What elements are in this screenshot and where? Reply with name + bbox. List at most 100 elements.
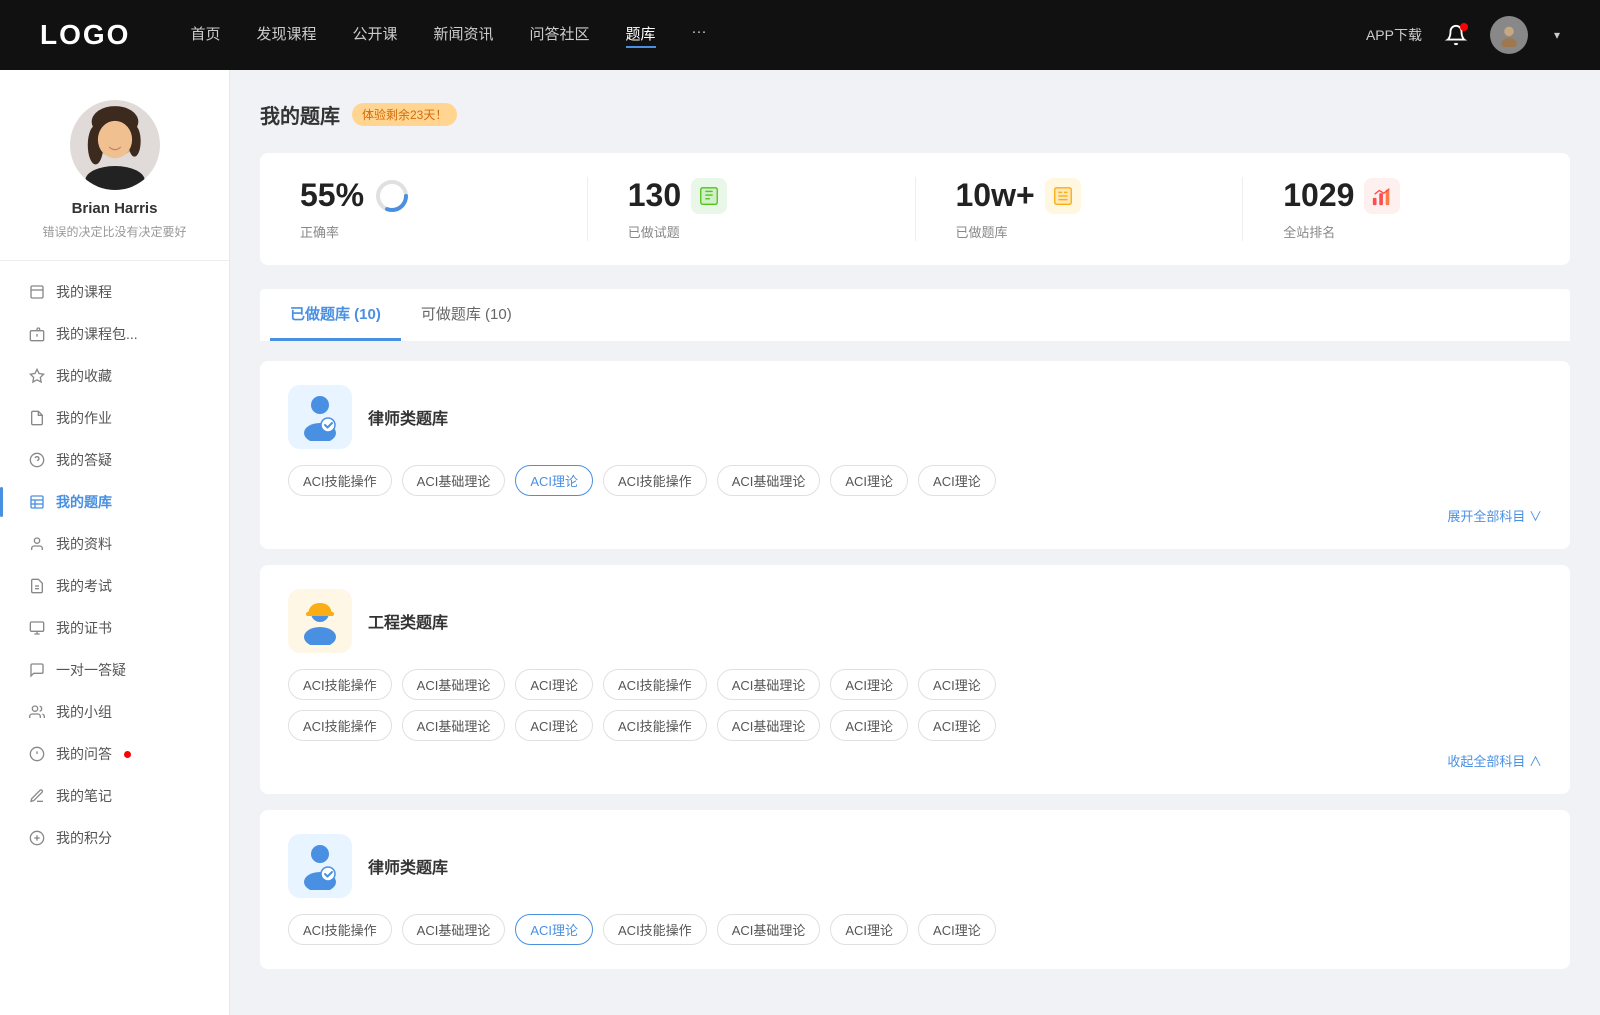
nav-quiz[interactable]: 题库	[626, 23, 656, 48]
bank-tag[interactable]: ACI基础理论	[717, 465, 821, 496]
file-icon	[28, 535, 46, 553]
bank-card-header-1: 律师类题库	[288, 385, 1542, 449]
bank-tag[interactable]: ACI理论	[918, 669, 996, 700]
question-icon	[28, 451, 46, 469]
nav-news[interactable]: 新闻资讯	[434, 23, 494, 48]
bank-tag[interactable]: ACI基础理论	[717, 669, 821, 700]
bank-tag[interactable]: ACI理论	[830, 710, 908, 741]
app-download-button[interactable]: APP下载	[1366, 25, 1422, 45]
nav-open-class[interactable]: 公开课	[352, 23, 397, 48]
ranking-icon	[1364, 178, 1400, 214]
qa-icon	[28, 745, 46, 763]
logo[interactable]: LOGO	[40, 19, 130, 51]
bank-tag[interactable]: ACI基础理论	[717, 914, 821, 945]
accuracy-icon	[374, 178, 410, 214]
bank-tag[interactable]: ACI理论	[918, 914, 996, 945]
bank-card-title-1: 律师类题库	[368, 405, 448, 429]
user-avatar	[70, 100, 160, 190]
done-banks-label: 已做题库	[956, 222, 1203, 241]
collapse-all-2[interactable]: 收起全部科目 ∧	[288, 751, 1542, 770]
tab-bar: 已做题库 (10) 可做题库 (10)	[260, 289, 1570, 341]
star-icon	[28, 367, 46, 385]
sidebar-item-favorites[interactable]: 我的收藏	[0, 355, 229, 397]
bank-tag[interactable]: ACI技能操作	[603, 710, 707, 741]
bank-tag-selected[interactable]: ACI理论	[515, 465, 593, 496]
bank-tag[interactable]: ACI理论	[515, 669, 593, 700]
done-banks-icon	[1045, 178, 1081, 214]
bank-card-lawyer-2: 律师类题库 ACI技能操作 ACI基础理论 ACI理论 ACI技能操作 ACI基…	[260, 810, 1570, 969]
bank-card-header-3: 律师类题库	[288, 834, 1542, 898]
package-icon	[28, 325, 46, 343]
bank-tag[interactable]: ACI理论	[830, 914, 908, 945]
bank-tag[interactable]: ACI基础理论	[402, 710, 506, 741]
bank-tag[interactable]: ACI理论	[918, 465, 996, 496]
done-banks-number: 10w+	[956, 177, 1035, 214]
sidebar-item-course[interactable]: 我的课程	[0, 271, 229, 313]
sidebar-item-homework[interactable]: 我的作业	[0, 397, 229, 439]
sidebar: Brian Harris 错误的决定比没有决定要好 我的课程 我的课程包...	[0, 70, 230, 1015]
nav-discover[interactable]: 发现课程	[256, 23, 316, 48]
homework-icon	[28, 409, 46, 427]
sidebar-item-package[interactable]: 我的课程包...	[0, 313, 229, 355]
notification-bell[interactable]	[1442, 21, 1470, 49]
navbar-right: APP下载 ▾	[1366, 16, 1560, 54]
course-icon	[28, 283, 46, 301]
bank-card-title-3: 律师类题库	[368, 854, 448, 878]
one-on-one-icon	[28, 661, 46, 679]
stat-accuracy: 55% 正确率	[260, 177, 588, 241]
user-motto: 错误的决定比没有决定要好	[20, 223, 209, 240]
page-title: 我的题库	[260, 100, 340, 129]
bank-tag[interactable]: ACI基础理论	[402, 914, 506, 945]
bank-tag[interactable]: ACI基础理论	[717, 710, 821, 741]
sidebar-item-material[interactable]: 我的资料	[0, 523, 229, 565]
main-layout: Brian Harris 错误的决定比没有决定要好 我的课程 我的课程包...	[0, 70, 1600, 1015]
tab-available[interactable]: 可做题库 (10)	[401, 289, 532, 341]
bank-tag[interactable]: ACI基础理论	[402, 465, 506, 496]
sidebar-item-points[interactable]: 我的积分	[0, 817, 229, 859]
bank-tag[interactable]: ACI技能操作	[603, 465, 707, 496]
ranking-number: 1029	[1283, 177, 1354, 214]
nav-more[interactable]: ···	[692, 23, 707, 48]
sidebar-item-cert[interactable]: 我的证书	[0, 607, 229, 649]
stat-ranking: 1029 全站排名	[1243, 177, 1570, 241]
bank-tag-selected[interactable]: ACI理论	[515, 914, 593, 945]
bank-tag[interactable]: ACI理论	[515, 710, 593, 741]
bank-tag[interactable]: ACI技能操作	[603, 914, 707, 945]
bank-tag[interactable]: ACI基础理论	[402, 669, 506, 700]
expand-all-1[interactable]: 展开全部科目 ∨	[288, 506, 1542, 525]
bank-tag[interactable]: ACI技能操作	[288, 710, 392, 741]
bank-tag[interactable]: ACI技能操作	[288, 914, 392, 945]
bank-card-lawyer-1: 律师类题库 ACI技能操作 ACI基础理论 ACI理论 ACI技能操作 ACI基…	[260, 361, 1570, 549]
sidebar-item-exam[interactable]: 我的考试	[0, 565, 229, 607]
bank-icon	[28, 493, 46, 511]
sidebar-item-quiz-bank[interactable]: 我的题库	[0, 481, 229, 523]
points-icon	[28, 829, 46, 847]
sidebar-item-qa[interactable]: 我的问答	[0, 733, 229, 775]
group-icon	[28, 703, 46, 721]
sidebar-item-one-on-one[interactable]: 一对一答疑	[0, 649, 229, 691]
sidebar-item-notes[interactable]: 我的笔记	[0, 775, 229, 817]
tab-done[interactable]: 已做题库 (10)	[270, 289, 401, 341]
bank-tag[interactable]: ACI技能操作	[288, 465, 392, 496]
ranking-label: 全站排名	[1283, 222, 1530, 241]
bank-tag[interactable]: ACI理论	[830, 669, 908, 700]
nav-qa[interactable]: 问答社区	[530, 23, 590, 48]
sidebar-item-question[interactable]: 我的答疑	[0, 439, 229, 481]
note-icon	[28, 787, 46, 805]
done-questions-icon	[691, 178, 727, 214]
done-questions-label: 已做试题	[628, 222, 875, 241]
page-header: 我的题库 体验剩余23天！	[260, 100, 1570, 129]
user-dropdown-icon[interactable]: ▾	[1554, 28, 1560, 42]
bank-tag[interactable]: ACI技能操作	[603, 669, 707, 700]
main-content: 我的题库 体验剩余23天！ 55% 正确率	[230, 70, 1600, 1015]
user-name: Brian Harris	[20, 200, 209, 217]
sidebar-item-group[interactable]: 我的小组	[0, 691, 229, 733]
nav-home[interactable]: 首页	[190, 23, 220, 48]
lawyer-icon-2	[288, 834, 352, 898]
bank-tag[interactable]: ACI理论	[918, 710, 996, 741]
done-questions-number: 130	[628, 177, 681, 214]
avatar[interactable]	[1490, 16, 1528, 54]
bank-tag[interactable]: ACI技能操作	[288, 669, 392, 700]
sidebar-profile: Brian Harris 错误的决定比没有决定要好	[0, 100, 229, 261]
bank-tag[interactable]: ACI理论	[830, 465, 908, 496]
